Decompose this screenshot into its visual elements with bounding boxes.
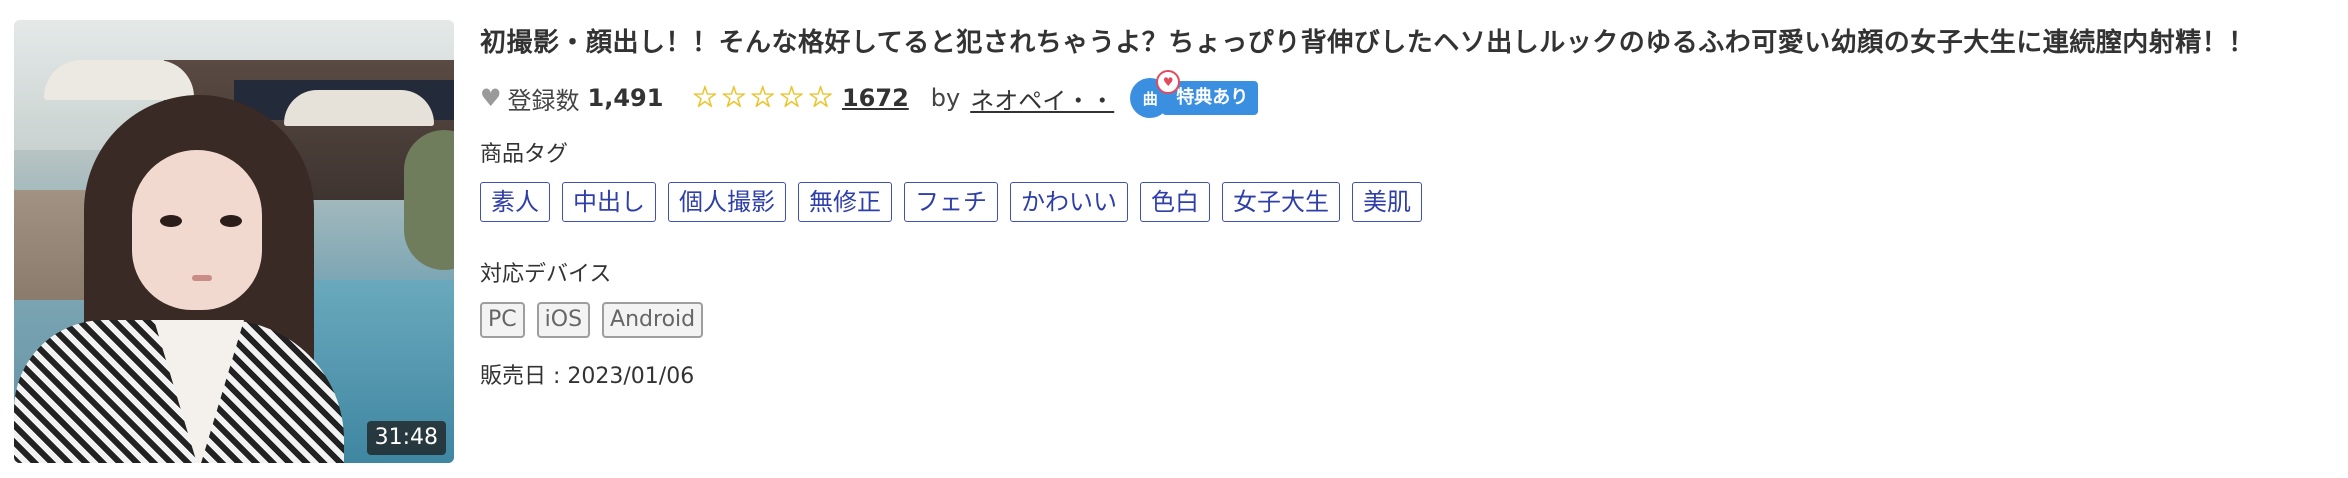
device-badge: Android [602,302,704,338]
video-duration: 31:48 [366,421,446,455]
star-icon: ☆ [691,80,719,115]
release-date: 販売日 : 2023/01/06 [480,364,695,389]
thumb-umbrella [284,90,434,126]
registered-label: 登録数 [507,86,580,115]
thumb-eye [160,215,182,227]
bonus-badge: 曲 ♥ 特典あり [1130,70,1259,118]
seller-link[interactable]: ネオペイ・・ [970,81,1114,116]
star-icon: ☆ [807,80,834,115]
product-thumbnail[interactable]: 31:48 [14,20,454,463]
product-card: 31:48 初撮影・顔出し！！そんな格好してると犯されちゃうよ？ちょっぴり背伸び… [0,0,2348,478]
by-label: by [930,84,961,112]
product-title[interactable]: 初撮影・顔出し！！そんな格好してると犯されちゃうよ？ちょっぴり背伸びしたヘソ出し… [480,20,2330,66]
star-icon: ☆ [749,80,777,115]
tag-item[interactable]: 女子大生 [1222,182,1340,222]
registered-count: 1,491 [587,84,664,112]
tags-heading: 商品タグ [480,142,569,167]
tag-item[interactable]: 中出し [562,182,656,222]
tag-item[interactable]: 個人撮影 [668,182,786,222]
thumb-eye [220,215,242,227]
thumb-tree [404,130,454,270]
star-icon: ☆ [778,80,806,115]
thumb-umbrella [44,60,194,100]
heart-icon[interactable]: ♥ [480,84,502,112]
tag-item[interactable]: かわいい [1010,182,1128,222]
tag-item[interactable]: 素人 [480,182,550,222]
product-info: 初撮影・顔出し！！そんな格好してると犯されちゃうよ？ちょっぴり背伸びしたヘソ出し… [480,20,2330,390]
thumb-mouth [192,275,212,281]
tag-item[interactable]: 美肌 [1352,182,1422,222]
review-count-link[interactable]: 1672 [842,84,909,112]
device-badge: iOS [536,302,591,338]
device-badge: PC [480,302,525,338]
thumb-face [132,150,262,310]
tag-list: 素人 中出し 個人撮影 無修正 フェチ かわいい 色白 女子大生 美肌 [480,182,2330,222]
device-list: PC iOS Android [480,302,2330,338]
devices-heading: 対応デバイス [480,262,612,287]
tag-item[interactable]: 色白 [1140,182,1210,222]
tag-item[interactable]: 無修正 [798,182,892,222]
star-icon: ☆ [720,80,748,115]
product-meta: ♥ 登録数 1,491 ☆ ☆ ☆ ☆ ☆ 1672 by ネオペイ・・ 曲 ♥… [480,70,2330,118]
rating-stars: ☆ ☆ ☆ ☆ ☆ [691,83,836,113]
tag-item[interactable]: フェチ [904,182,998,222]
